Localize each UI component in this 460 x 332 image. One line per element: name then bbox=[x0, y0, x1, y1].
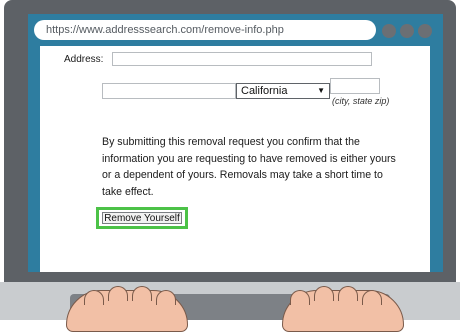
city-state-zip-hint: (city, state zip) bbox=[332, 96, 390, 106]
address-input[interactable] bbox=[112, 52, 372, 66]
triangle-down-icon: ▼ bbox=[317, 86, 325, 95]
window-control-circle-icon[interactable] bbox=[400, 24, 414, 38]
submit-highlight: Remove Yourself bbox=[96, 207, 188, 229]
left-hand-knuckle bbox=[84, 290, 104, 305]
url-text: https://www.addresssearch.com/remove-inf… bbox=[46, 24, 284, 36]
right-hand-knuckle bbox=[338, 286, 358, 301]
city-input[interactable] bbox=[102, 83, 236, 99]
left-hand-knuckle bbox=[156, 290, 176, 305]
right-hand-knuckle bbox=[314, 286, 334, 301]
right-hand-knuckle bbox=[290, 290, 310, 305]
remove-yourself-button[interactable]: Remove Yourself bbox=[102, 212, 182, 224]
window-control-circle-icon[interactable] bbox=[382, 24, 396, 38]
state-select-value: California bbox=[241, 85, 288, 97]
left-hand-knuckle bbox=[132, 286, 152, 301]
right-hand-knuckle bbox=[362, 290, 382, 305]
window-control-circle-icon[interactable] bbox=[418, 24, 432, 38]
url-bar[interactable]: https://www.addresssearch.com/remove-inf… bbox=[34, 20, 376, 40]
laptop-screen: https://www.addresssearch.com/remove-inf… bbox=[28, 14, 443, 272]
address-label: Address: bbox=[64, 54, 104, 65]
left-hand-knuckle bbox=[108, 286, 128, 301]
laptop-bezel: https://www.addresssearch.com/remove-inf… bbox=[4, 0, 456, 286]
web-page: Address: California ▼ (city, state zip) … bbox=[40, 46, 430, 272]
zip-input[interactable] bbox=[330, 78, 380, 94]
state-select[interactable]: California ▼ bbox=[236, 83, 330, 99]
removal-disclaimer: By submitting this removal request you c… bbox=[102, 136, 396, 198]
